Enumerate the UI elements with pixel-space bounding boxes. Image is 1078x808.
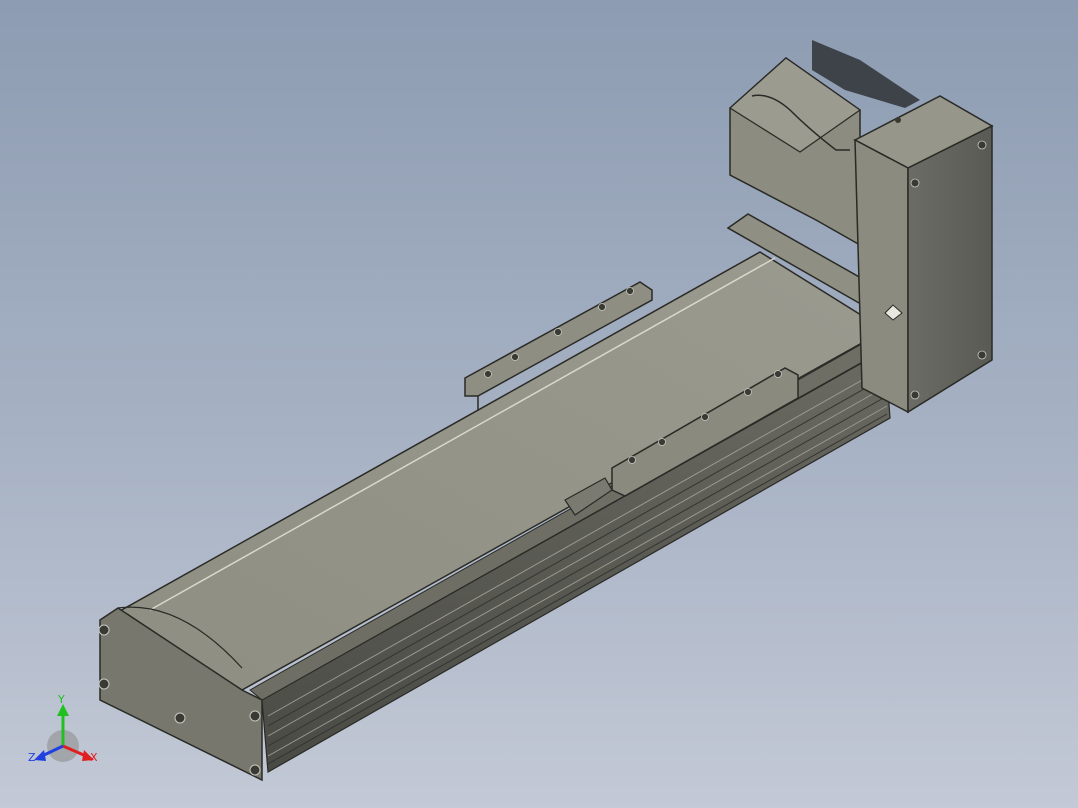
linear-actuator-model[interactable] bbox=[0, 0, 1078, 808]
motor-top-hole-icon bbox=[895, 117, 901, 123]
y-axis-label: Y bbox=[58, 693, 65, 706]
slider-hole-icon bbox=[658, 438, 666, 446]
plate-hole-icon bbox=[598, 303, 606, 311]
end-cap-bolt-icon bbox=[98, 678, 110, 690]
end-cap-bolt-icon bbox=[249, 710, 261, 722]
slider-hole-icon bbox=[628, 456, 636, 464]
plate-hole-icon bbox=[484, 370, 492, 378]
plate-hole-icon bbox=[626, 287, 634, 295]
slider-hole-icon bbox=[744, 388, 752, 396]
motor-front-box-right bbox=[907, 124, 993, 414]
end-cap-bolt-icon bbox=[249, 764, 261, 776]
motor-bolt-icon bbox=[977, 350, 987, 360]
motor-bolt-icon bbox=[977, 140, 987, 150]
z-axis-label: Z bbox=[28, 751, 36, 764]
plate-hole-icon bbox=[554, 328, 562, 336]
slider-hole-icon bbox=[701, 413, 709, 421]
motor-bolt-icon bbox=[910, 178, 920, 188]
end-cap-bolt-icon bbox=[98, 624, 110, 636]
motor-bolt-icon bbox=[910, 390, 920, 400]
end-cap-bolt-icon bbox=[174, 712, 186, 724]
x-axis-label: X bbox=[90, 751, 98, 764]
plate-hole-icon bbox=[511, 353, 519, 361]
slider-hole-icon bbox=[774, 370, 782, 378]
coordinate-triad: Y X Z bbox=[26, 694, 106, 774]
motor-front-box-left bbox=[854, 138, 909, 414]
graphics-viewport[interactable]: Y X Z bbox=[0, 0, 1078, 808]
